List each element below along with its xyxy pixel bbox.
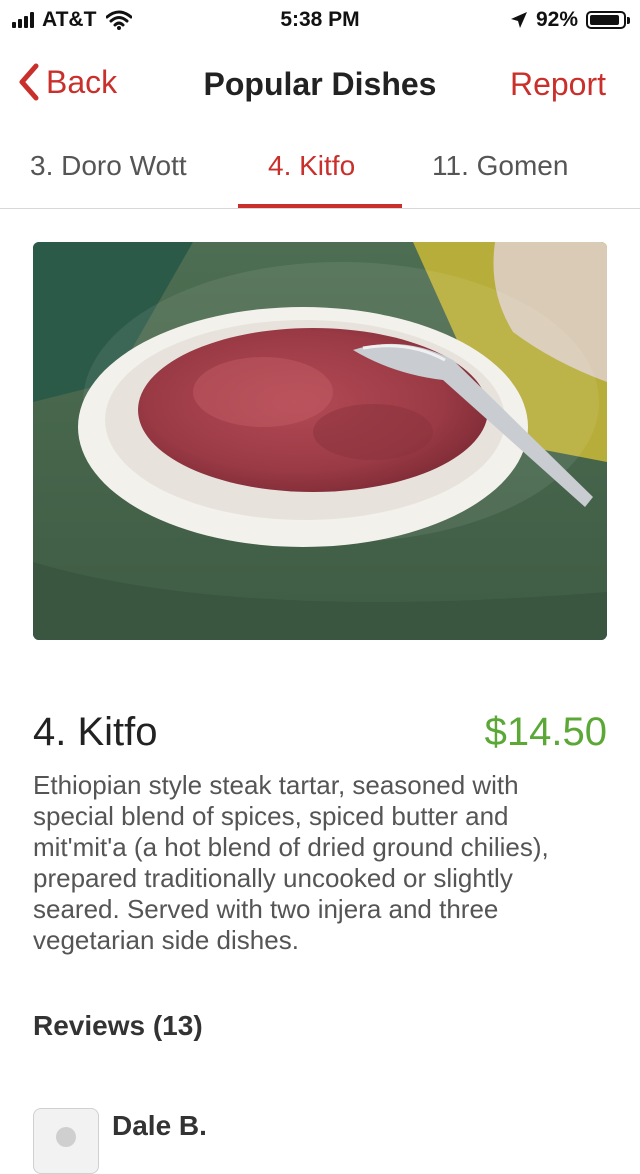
dish-name: 4. Kitfo — [33, 710, 158, 754]
user-silhouette-icon — [56, 1127, 76, 1147]
location-arrow-icon — [510, 12, 527, 28]
dish-photo[interactable] — [33, 242, 607, 640]
dish-description: Ethiopian style steak tartar, seasoned w… — [33, 770, 549, 955]
status-right: 92% — [510, 8, 630, 32]
battery-percent: 92% — [535, 8, 578, 31]
back-button[interactable]: Back — [16, 62, 117, 102]
reviewer-name[interactable]: Dale B. — [112, 1110, 207, 1142]
report-button[interactable]: Report — [510, 66, 606, 103]
dish-price: $14.50 — [484, 710, 607, 754]
status-bar: AT&T 5:38 PM 92% — [0, 0, 640, 40]
back-label: Back — [46, 63, 118, 100]
active-tab-indicator — [238, 204, 402, 208]
navigation-bar: Back Popular Dishes Report — [0, 44, 640, 124]
tab-doro-wott[interactable]: 3. Doro Wott — [30, 150, 187, 182]
battery-icon — [586, 11, 630, 29]
tab-kitfo[interactable]: 4. Kitfo — [268, 150, 355, 182]
avatar[interactable] — [33, 1108, 99, 1174]
chevron-left-icon — [19, 63, 39, 101]
reviews-heading: Reviews (13) — [33, 1010, 203, 1041]
tab-gomen[interactable]: 11. Gomen — [432, 150, 568, 182]
battery-level — [590, 15, 620, 25]
dish-tabs: 3. Doro Wott 4. Kitfo 11. Gomen — [0, 140, 640, 209]
